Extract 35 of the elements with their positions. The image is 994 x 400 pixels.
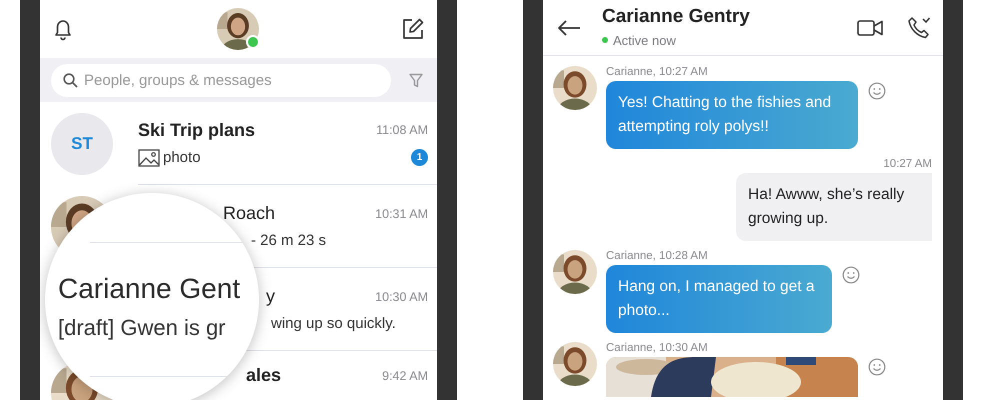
message-bubble: Yes! Chatting to the fishies and attempting roly polys!! bbox=[606, 81, 858, 149]
message-time: 10:27 AM bbox=[883, 158, 932, 170]
back-arrow-icon[interactable] bbox=[557, 18, 581, 36]
chat-time: 10:31 AM bbox=[375, 206, 428, 220]
magnified-chat-name: Carianne Gent bbox=[58, 272, 242, 306]
chat-time: 9:42 AM bbox=[382, 368, 428, 382]
message-preview: - 26 m 23 s bbox=[251, 232, 326, 249]
magnified-message-preview: [draft] Gwen is gr bbox=[58, 314, 227, 342]
message-meta: Carianne, 10:28 AM bbox=[606, 250, 709, 262]
chat-name: Roach bbox=[223, 203, 276, 224]
unread-badge: 1 bbox=[411, 149, 428, 166]
message-bubble: Hang on, I managed to get a photo... bbox=[606, 265, 832, 333]
bell-icon[interactable] bbox=[52, 17, 74, 41]
chat-time: 11:08 AM bbox=[376, 123, 428, 137]
search-icon bbox=[63, 72, 78, 88]
phone-icon[interactable] bbox=[907, 16, 931, 40]
message-preview: photo bbox=[163, 149, 201, 166]
message-preview: wing up so quickly. bbox=[271, 315, 396, 332]
chat-time: 10:30 AM bbox=[375, 290, 428, 304]
smiley-icon[interactable] bbox=[868, 358, 886, 376]
message-meta: Carianne, 10:30 AM bbox=[606, 342, 709, 354]
profile-avatar[interactable] bbox=[216, 8, 258, 50]
search-field[interactable]: People, groups & messages bbox=[51, 64, 391, 96]
group-avatar: ST bbox=[51, 112, 113, 174]
message-bubble: Ha! Awww, she’s really growing up. bbox=[736, 173, 932, 241]
video-camera-icon[interactable] bbox=[857, 18, 883, 36]
smiley-icon[interactable] bbox=[842, 266, 860, 284]
chat-name: Ski Trip plans bbox=[138, 120, 256, 140]
smiley-icon[interactable] bbox=[868, 82, 886, 100]
message-meta: Carianne, 10:27 AM bbox=[606, 66, 709, 78]
contact-name: Carianne Gentry bbox=[602, 6, 750, 28]
chat-name: ales bbox=[246, 365, 282, 386]
chat-name: y bbox=[266, 286, 275, 307]
compose-icon[interactable] bbox=[401, 17, 425, 41]
presence-status: Active now bbox=[613, 32, 676, 48]
